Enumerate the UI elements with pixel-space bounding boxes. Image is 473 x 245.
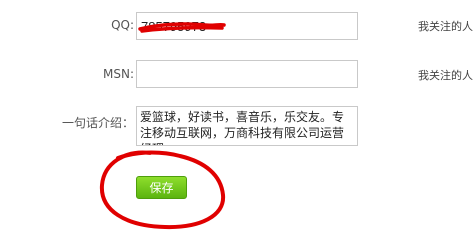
qq-hint: 我关注的人 bbox=[418, 20, 473, 33]
msn-input[interactable] bbox=[136, 60, 358, 88]
save-button[interactable]: 保存 bbox=[136, 176, 187, 199]
msn-label: MSN: bbox=[103, 67, 134, 81]
intro-textarea[interactable] bbox=[136, 106, 358, 146]
intro-label: 一句话介绍： bbox=[61, 116, 134, 130]
msn-hint: 我关注的人 bbox=[418, 69, 473, 82]
qq-input[interactable] bbox=[136, 12, 358, 40]
qq-label: QQ: bbox=[111, 18, 134, 32]
